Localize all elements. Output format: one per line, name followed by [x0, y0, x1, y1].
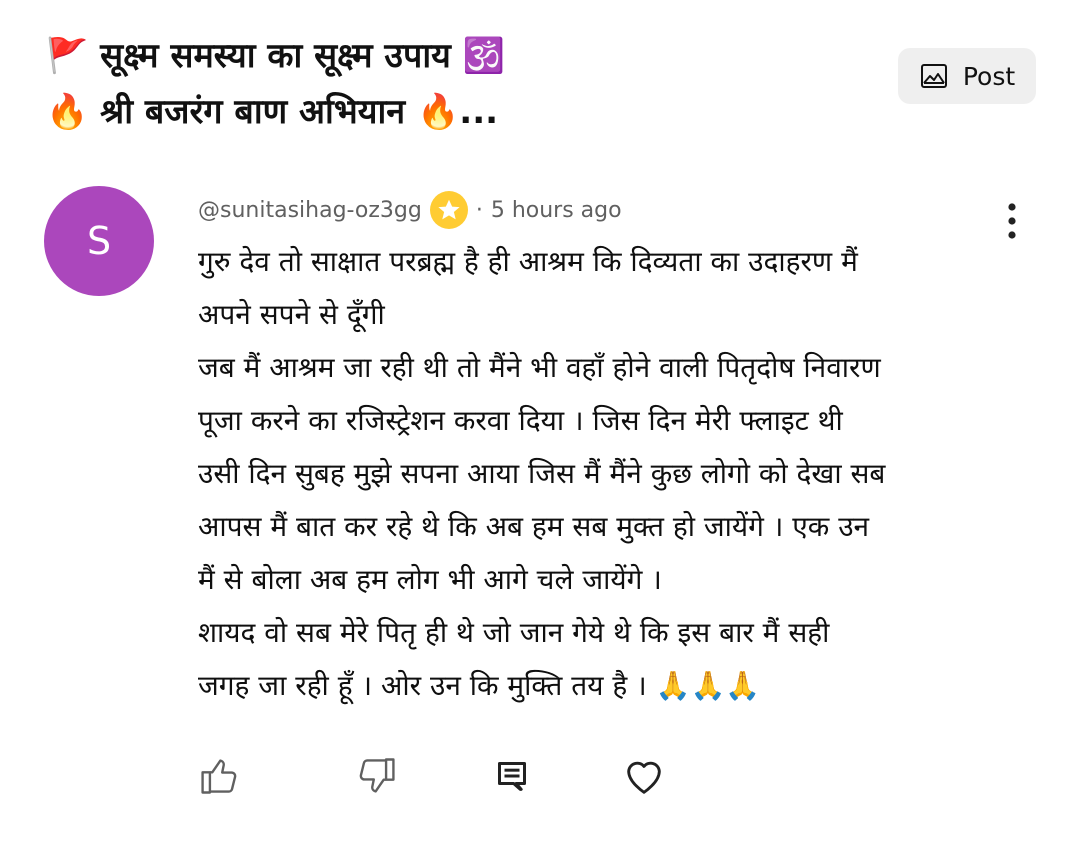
thumbs-up-icon	[201, 759, 237, 794]
avatar-letter: S	[86, 219, 112, 263]
comment-author[interactable]: @sunitasihag-oz3gg	[198, 198, 422, 223]
image-icon	[920, 64, 947, 88]
comment-line: उसी दिन सुबह मुझे सपना आया जिस मैं मैंने…	[198, 457, 886, 490]
comment-line: अपने सपने से दूँगी	[198, 298, 385, 331]
comment-line: शायद वो सब मेरे पितृ ही थे जो जान गेये थ…	[198, 616, 830, 649]
title-line-2[interactable]: 🔥 श्री बजरंग बाण अभियान 🔥...	[46, 84, 866, 140]
heart-button[interactable]	[618, 750, 670, 802]
heart-icon	[627, 761, 661, 794]
post-button-label: Post	[962, 61, 1016, 91]
meta-separator: ·	[475, 197, 483, 223]
title-line-1: 🚩 सूक्ष्म समस्या का सूक्ष्म उपाय 🕉️	[46, 36, 506, 76]
comment-line: पूजा करने का रजिस्ट्रेशन करवा दिया । जिस…	[198, 404, 843, 437]
comment-line: जब मैं आश्रम जा रही थी तो मैंने भी वहाँ …	[198, 351, 881, 384]
video-title: 🚩 सूक्ष्म समस्या का सूक्ष्म उपाय 🕉️ 🔥 श्…	[46, 28, 866, 140]
like-button[interactable]	[194, 750, 246, 802]
comment-line: आपस मैं बात कर रहे थे कि अब हम सब मुक्त …	[198, 510, 870, 543]
dislike-button[interactable]	[350, 750, 402, 802]
comment-line: जगह जा रही हूँ । ओर उन कि मुक्ति तय है ।…	[198, 669, 761, 702]
comment-meta: @sunitasihag-oz3gg · 5 hours ago	[198, 188, 622, 232]
post-button[interactable]: Post	[898, 48, 1036, 104]
reply-comment-icon	[498, 762, 526, 791]
comment-time[interactable]: 5 hours ago	[491, 198, 622, 223]
comment-text: गुरु देव तो साक्षात परब्रह्म है ही आश्रम…	[198, 235, 1038, 712]
comment-line: गुरु देव तो साक्षात परब्रह्म है ही आश्रम…	[198, 245, 858, 278]
thumbs-down-icon	[359, 758, 395, 793]
star-badge-icon	[429, 191, 468, 229]
avatar[interactable]: S	[44, 186, 154, 296]
comment-actions	[0, 750, 1080, 802]
comment-line: मैं से बोला अब हम लोग भी आगे चले जायेंगे…	[198, 563, 662, 596]
reply-button[interactable]	[486, 750, 538, 802]
